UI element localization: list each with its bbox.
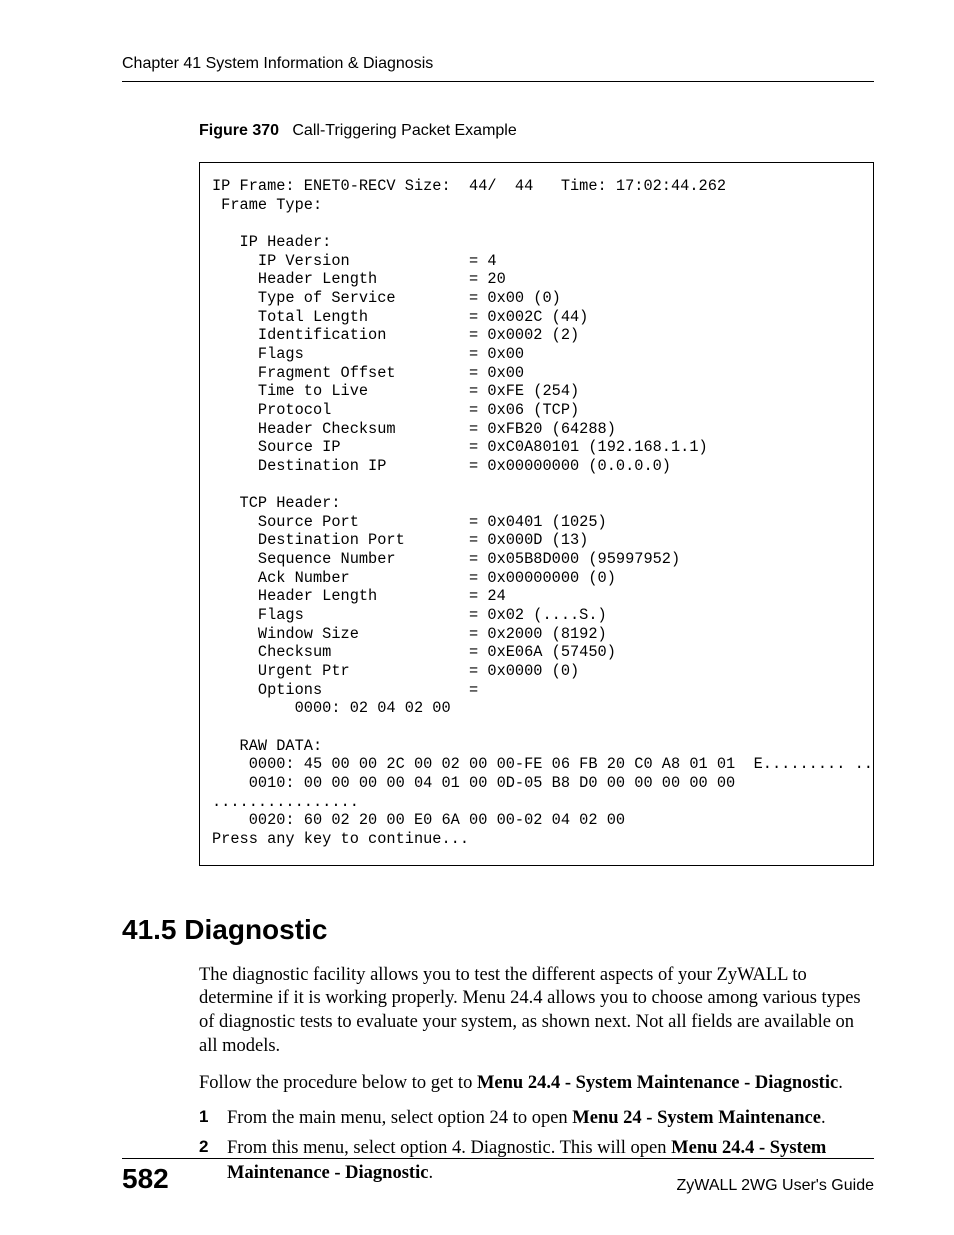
step-1-bold: Menu 24 - System Maintenance — [572, 1108, 821, 1128]
section-heading: 41.5 Diagnostic — [122, 914, 874, 946]
page: Chapter 41 System Information & Diagnosi… — [0, 0, 954, 1235]
step-1-number: 1 — [199, 1106, 208, 1128]
footer-rule — [122, 1158, 874, 1159]
figure-caption: Figure 370 Call-Triggering Packet Exampl… — [199, 122, 874, 140]
follow-pre: Follow the procedure below to get to — [199, 1073, 477, 1093]
step-2-pre: From this menu, select option 4. Diagnos… — [227, 1138, 671, 1158]
step-1-post: . — [821, 1108, 826, 1128]
header-rule — [122, 81, 874, 82]
footer: 582 ZyWALL 2WG User's Guide — [122, 1158, 874, 1195]
step-2-number: 2 — [199, 1136, 208, 1158]
follow-bold: Menu 24.4 - System Maintenance - Diagnos… — [477, 1073, 838, 1093]
code-block: IP Frame: ENET0-RECV Size: 44/ 44 Time: … — [199, 162, 874, 866]
body-paragraph: The diagnostic facility allows you to te… — [199, 964, 874, 1059]
step-1-pre: From the main menu, select option 24 to … — [227, 1108, 572, 1128]
page-number: 582 — [122, 1163, 169, 1195]
guide-name: ZyWALL 2WG User's Guide — [677, 1177, 874, 1195]
figure-label: Figure 370 — [199, 122, 279, 139]
figure-title: Call-Triggering Packet Example — [292, 122, 516, 139]
step-1: 1 From the main menu, select option 24 t… — [199, 1106, 874, 1130]
follow-post: . — [838, 1073, 843, 1093]
follow-paragraph: Follow the procedure below to get to Men… — [199, 1072, 874, 1096]
footer-row: 582 ZyWALL 2WG User's Guide — [122, 1163, 874, 1195]
running-header: Chapter 41 System Information & Diagnosi… — [122, 55, 874, 79]
